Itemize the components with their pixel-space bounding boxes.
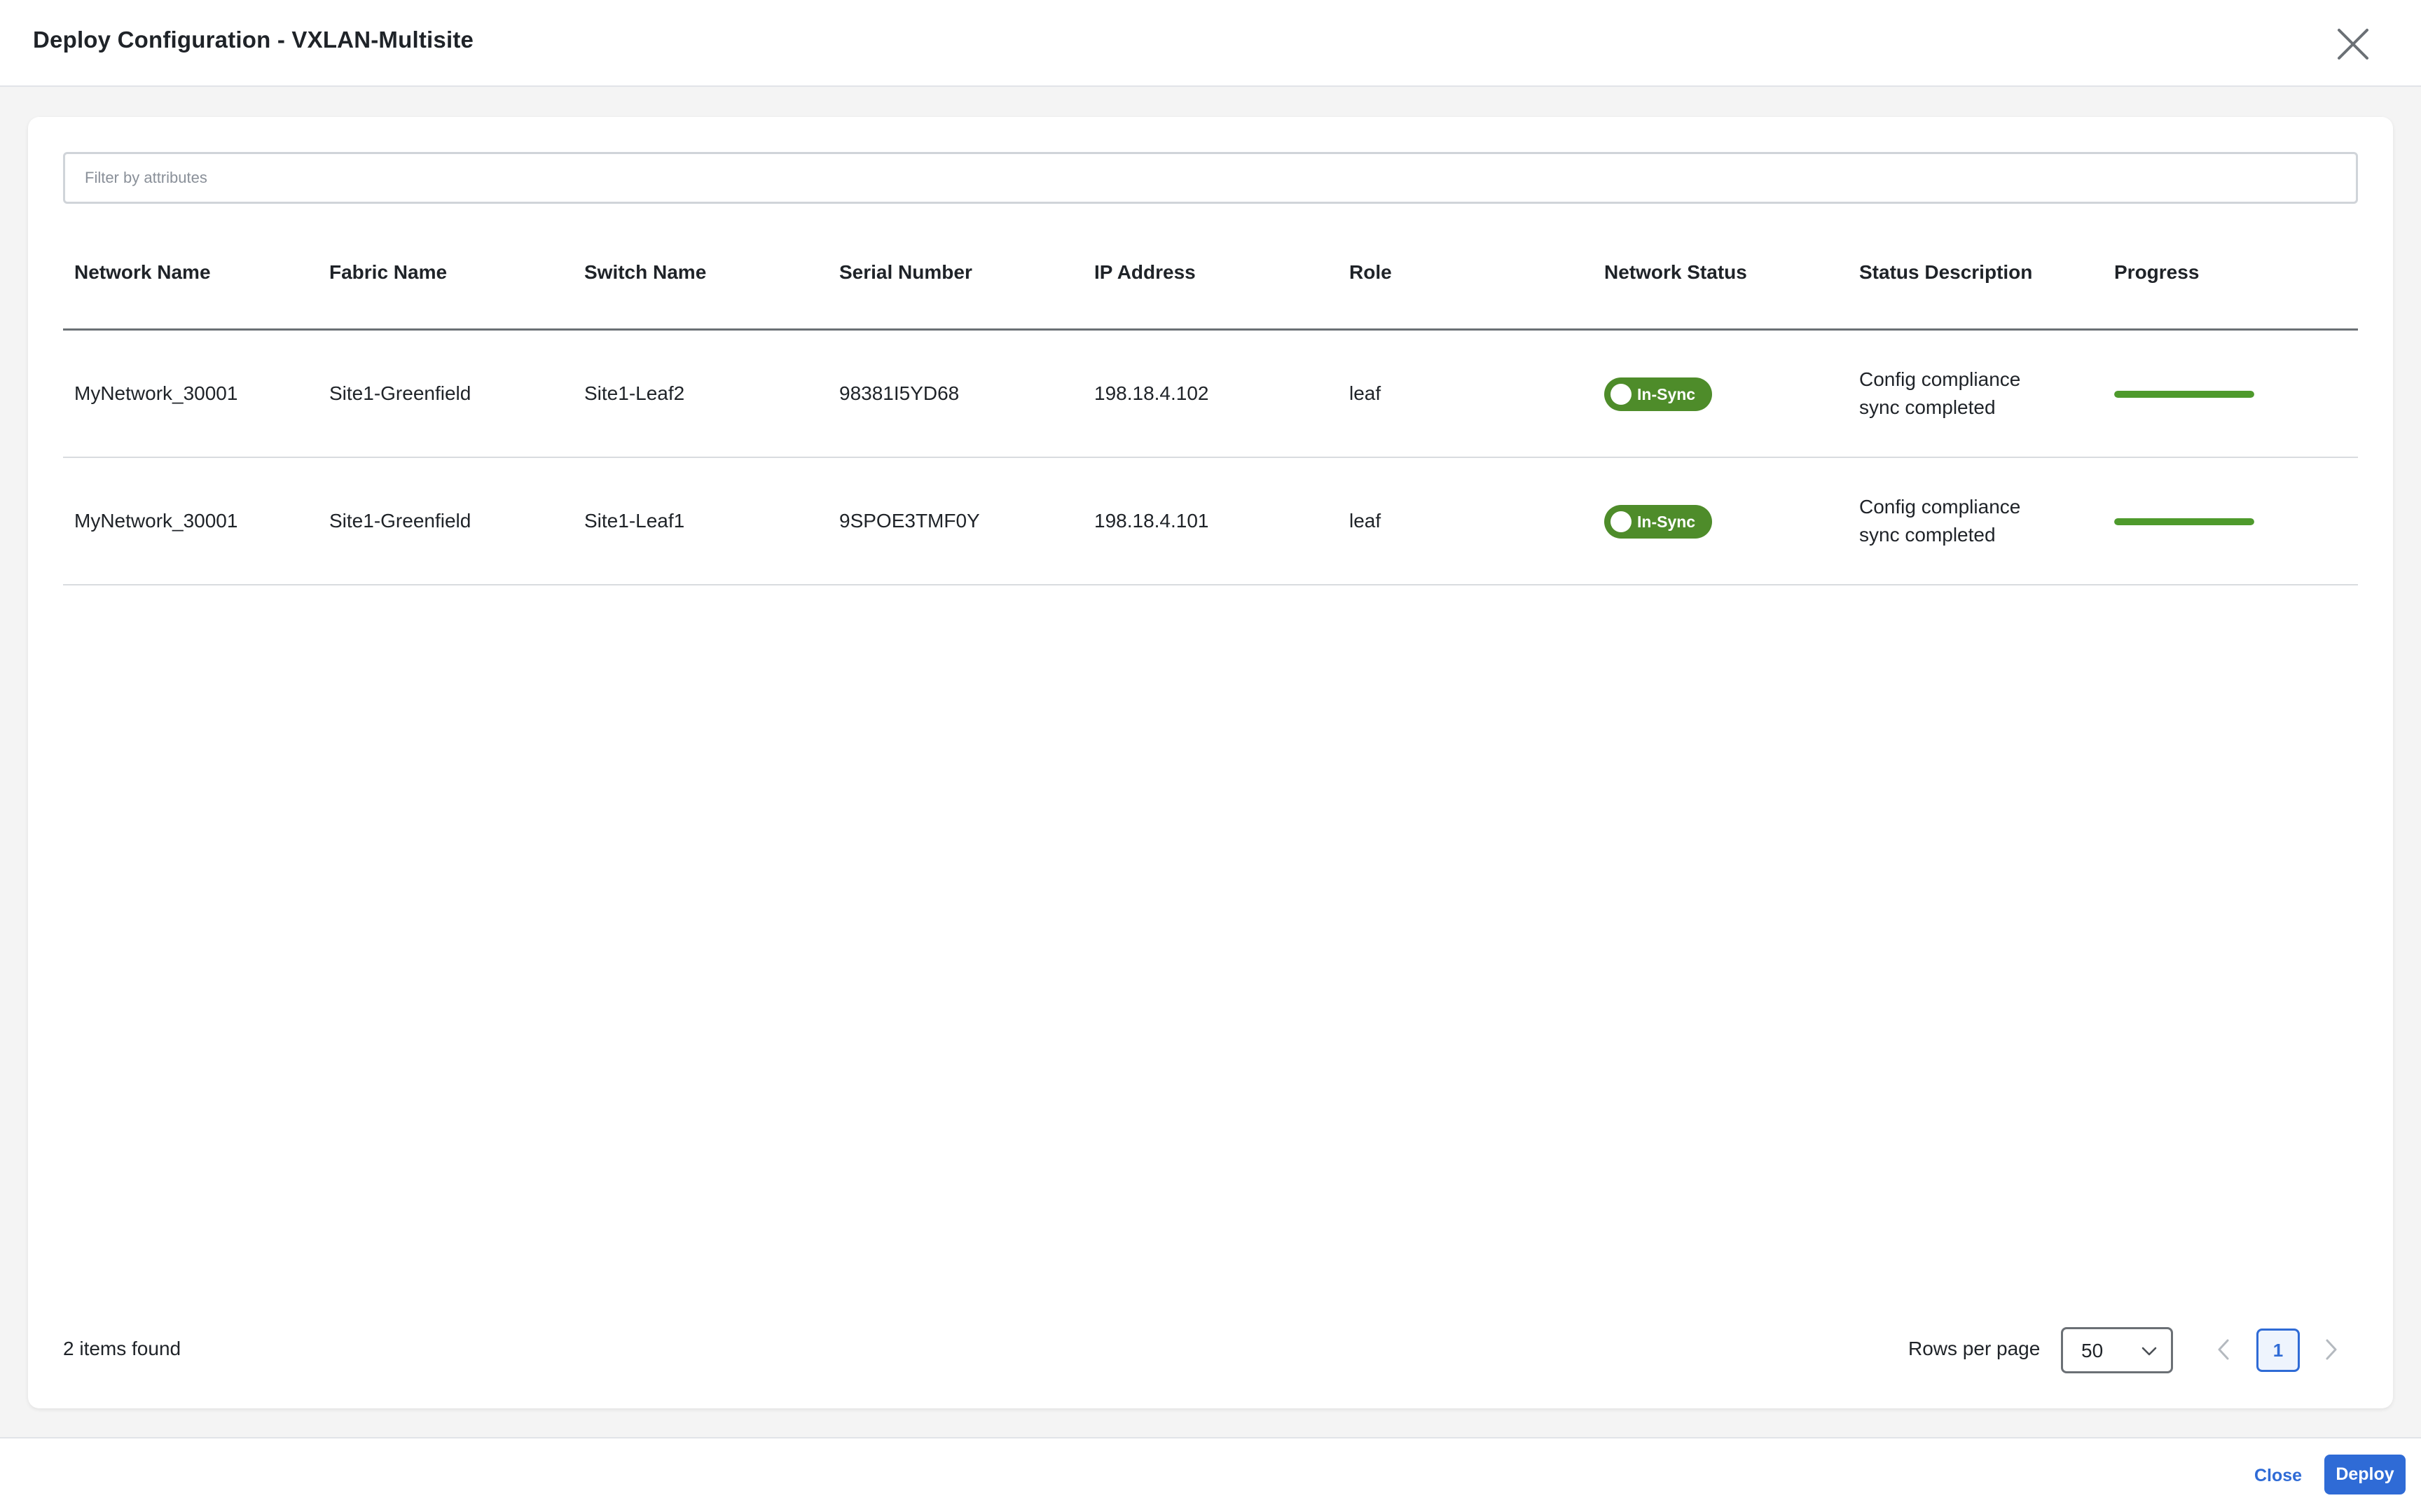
cell-serial-number: 98381I5YD68 (839, 382, 960, 404)
cell-role: leaf (1349, 510, 1381, 532)
chevron-right-icon[interactable] (2324, 1338, 2339, 1361)
status-description-line: sync completed (1859, 396, 1996, 418)
cell-switch-name: Site1-Leaf1 (584, 510, 685, 532)
cell-status-description: Config compliance sync completed (1859, 493, 2083, 549)
column-header-switch-name[interactable]: Switch Name (584, 261, 706, 284)
status-badge-label: In-Sync (1637, 512, 1696, 531)
deploy-button[interactable]: Deploy (2324, 1455, 2406, 1494)
status-dot-icon (1610, 511, 1632, 532)
items-count: 2 items found (63, 1338, 181, 1359)
action-bar (0, 1437, 2421, 1512)
cell-network-name: MyNetwork_30001 (74, 382, 238, 404)
status-description-line: Config compliance (1859, 368, 2021, 390)
progress-fill (2114, 391, 2254, 398)
header-divider (63, 328, 2358, 331)
modal-header: Deploy Configuration - VXLAN-Multisite (0, 0, 2421, 87)
filter-input[interactable] (63, 152, 2358, 204)
status-description-line: Config compliance (1859, 496, 2021, 518)
page-button-current[interactable]: 1 (2256, 1329, 2300, 1372)
cell-fabric-name: Site1-Greenfield (329, 382, 471, 404)
status-badge: In-Sync (1604, 377, 1712, 411)
rows-per-page-select[interactable]: 50 (2061, 1327, 2173, 1373)
cell-serial-number: 9SPOE3TMF0Y (839, 510, 980, 532)
progress-fill (2114, 518, 2254, 525)
rows-per-page-value: 50 (2081, 1340, 2104, 1361)
row-divider (63, 457, 2358, 458)
column-header-ip-address[interactable]: IP Address (1094, 261, 1196, 284)
column-header-role[interactable]: Role (1349, 261, 1392, 284)
cell-fabric-name: Site1-Greenfield (329, 510, 471, 532)
status-dot-icon (1610, 384, 1632, 405)
content-card (28, 117, 2393, 1408)
column-header-progress[interactable]: Progress (2114, 261, 2199, 284)
status-badge: In-Sync (1604, 505, 1712, 539)
column-header-network-name[interactable]: Network Name (74, 261, 211, 284)
row-divider (63, 584, 2358, 585)
chevron-left-icon[interactable] (2216, 1338, 2231, 1361)
page-title: Deploy Configuration - VXLAN-Multisite (33, 27, 474, 53)
column-header-fabric-name[interactable]: Fabric Name (329, 261, 447, 284)
cell-network-name: MyNetwork_30001 (74, 510, 238, 532)
status-description-line: sync completed (1859, 524, 1996, 546)
column-header-status-description[interactable]: Status Description (1859, 261, 2032, 284)
cell-role: leaf (1349, 382, 1381, 404)
rows-per-page-label: Rows per page (1908, 1338, 2041, 1359)
status-badge-label: In-Sync (1637, 384, 1696, 403)
cell-switch-name: Site1-Leaf2 (584, 382, 685, 404)
progress-bar (2114, 391, 2254, 398)
close-icon[interactable] (2335, 26, 2371, 62)
column-header-serial-number[interactable]: Serial Number (839, 261, 972, 284)
progress-bar (2114, 518, 2254, 525)
cell-status-description: Config compliance sync completed (1859, 366, 2083, 422)
close-button[interactable]: Close (2254, 1466, 2302, 1486)
column-header-network-status[interactable]: Network Status (1604, 261, 1747, 284)
chevron-down-icon (2141, 1347, 2157, 1356)
cell-ip-address: 198.18.4.101 (1094, 510, 1209, 532)
cell-ip-address: 198.18.4.102 (1094, 382, 1209, 404)
